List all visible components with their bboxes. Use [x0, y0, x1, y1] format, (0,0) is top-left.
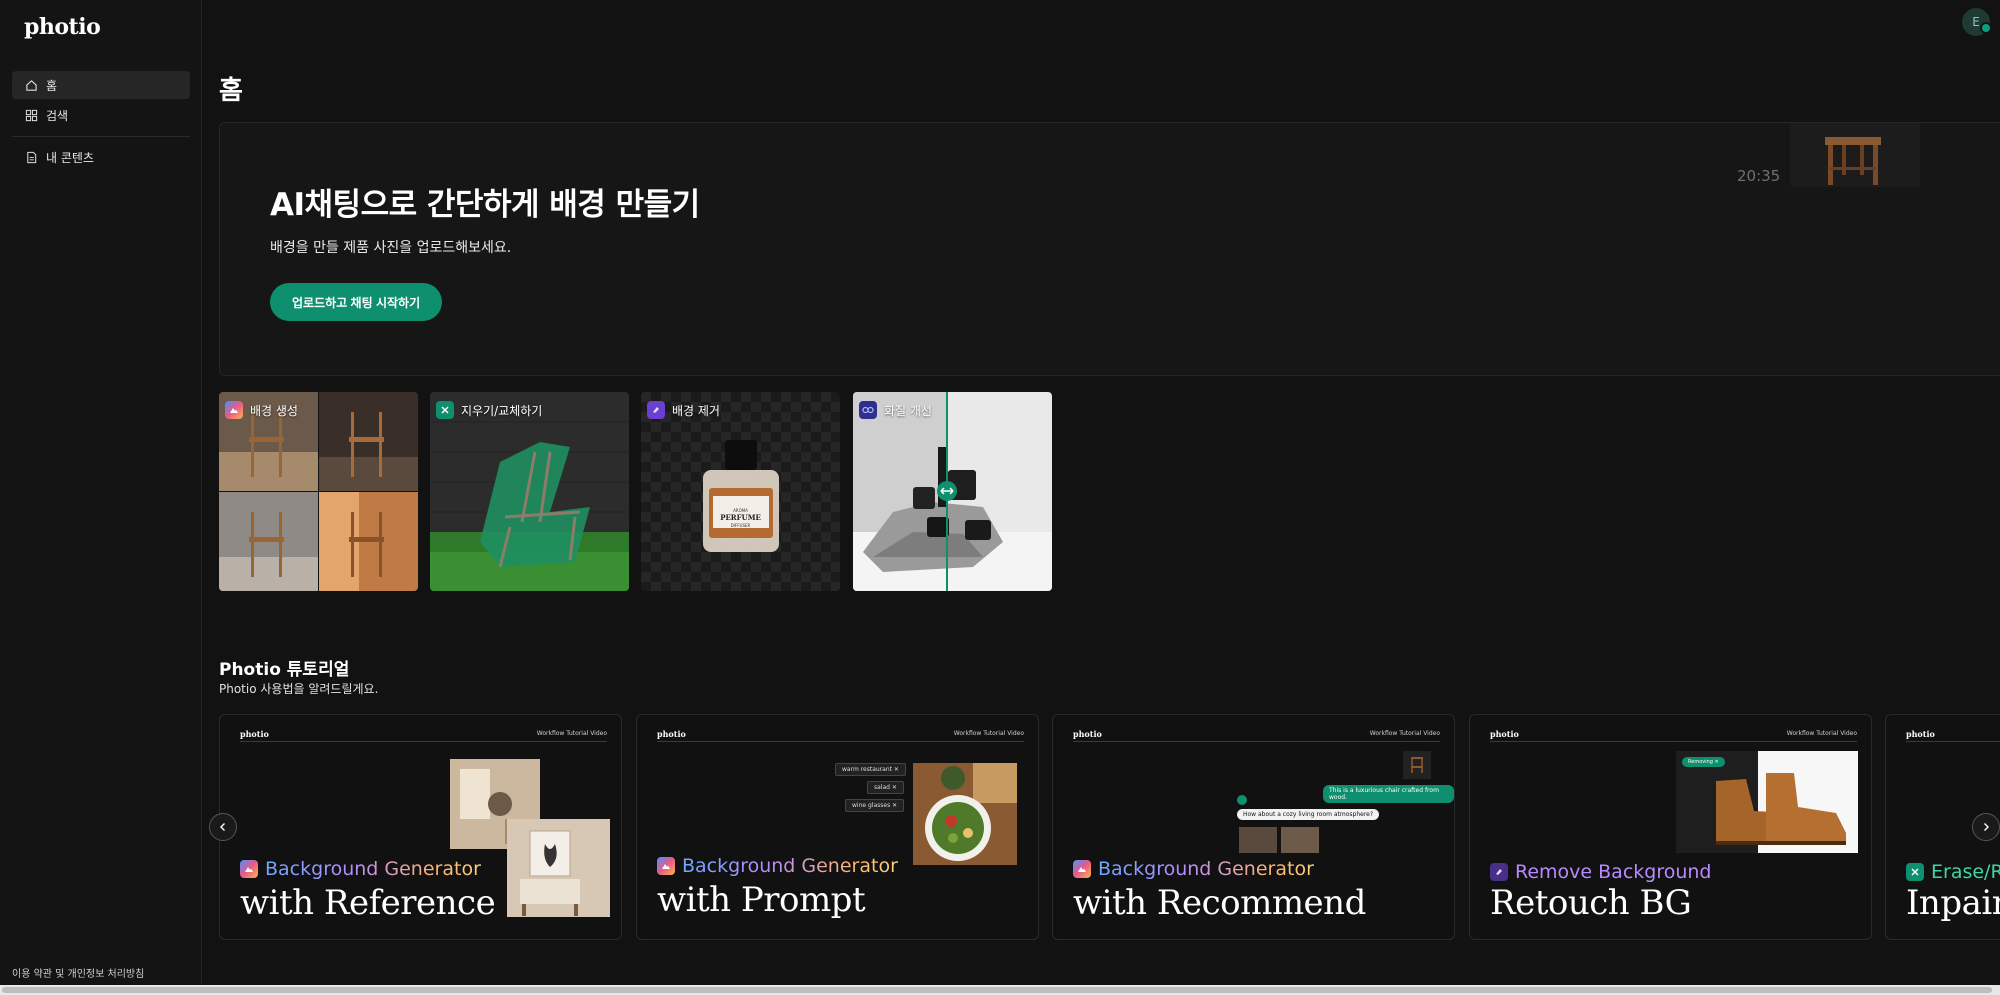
remove-background-icon — [647, 401, 665, 419]
carousel-next-button[interactable] — [1972, 813, 2000, 841]
perfume-image — [641, 392, 840, 591]
tutorial-card-recommend[interactable]: photio Workflow Tutorial Video This is a… — [1052, 714, 1455, 940]
card-logo: photio — [657, 729, 686, 739]
tutorial-card-remove-background[interactable]: photio Workflow Tutorial Video Removing … — [1469, 714, 1872, 940]
grid-icon — [24, 108, 38, 122]
prompt-chip: warm restaurant ✕ — [835, 763, 906, 776]
upload-start-chat-button[interactable]: 업로드하고 채팅 시작하기 — [270, 283, 443, 321]
avatar-status-badge — [1980, 22, 1992, 34]
card-logo: photio — [1073, 729, 1102, 739]
feature-label: 지우기/교체하기 — [436, 401, 542, 419]
prompt-chip: salad ✕ — [867, 781, 904, 794]
chevron-right-icon — [1984, 823, 1989, 831]
cosmetics-image — [853, 392, 1052, 591]
card-category: Background Generator — [1073, 858, 1314, 880]
hero-title: AI채팅으로 간단하게 배경 만들기 — [270, 187, 700, 223]
terms-link[interactable]: 이용 약관 및 개인정보 처리방침 — [12, 965, 144, 980]
erase-icon — [436, 401, 454, 419]
card-tag: Workflow Tutorial Video — [1369, 730, 1440, 737]
card-divider — [657, 741, 1024, 742]
card-category: Remove Background — [1490, 861, 1712, 883]
sidebar-item-label: 검색 — [46, 108, 69, 123]
tutorials-subtitle: Photio 사용법을 알려드릴게요. — [219, 682, 379, 696]
sidebar-item-label: 내 콘텐츠 — [46, 150, 94, 165]
feature-label: 배경 생성 — [225, 401, 298, 419]
feature-card-erase-replace[interactable]: 지우기/교체하기 — [430, 392, 629, 591]
background-generator-icon — [657, 857, 675, 875]
feature-card-remove-background[interactable]: AROMA PERFUME DIFFUSER 배경 제거 — [641, 392, 840, 591]
card-divider — [240, 741, 607, 742]
card-logo: photio — [240, 729, 269, 739]
card-tag: Workflow Tutorial Video — [536, 730, 607, 737]
feature-label: 화질 개선 — [859, 401, 932, 419]
tutorials-title: Photio 튜토리얼 — [219, 660, 350, 680]
background-generator-icon — [1073, 860, 1091, 878]
perfume-type-label: DIFFUSER — [730, 523, 751, 528]
chair-thumbnail — [1790, 123, 1920, 187]
sidebar: photio 홈 검색 내 콘텐츠 이용 약관 및 개인정보 처리방침 — [0, 0, 202, 985]
scrollbar-thumb[interactable] — [2, 987, 1992, 993]
recommend-thumbnails — [1239, 827, 1319, 853]
card-category: Background Generator — [240, 858, 481, 880]
home-icon — [24, 78, 38, 92]
card-divider — [1490, 741, 1857, 742]
background-generator-icon — [240, 860, 258, 878]
background-generator-icon — [225, 401, 243, 419]
erase-icon — [1906, 863, 1924, 881]
card-headline: with Recommend — [1073, 883, 1366, 923]
chat-question-bubble: How about a cozy living room atmosphere? — [1237, 809, 1380, 820]
card-tag: Workflow Tutorial Video — [953, 730, 1024, 737]
chat-timestamp: 20:35 — [1737, 167, 1781, 185]
card-divider — [1906, 741, 2000, 742]
hero-subtitle: 배경을 만들 제품 사진을 업로드해보세요. — [270, 240, 512, 256]
carousel-prev-button[interactable] — [209, 813, 237, 841]
feature-card-background-generate[interactable]: 배경 생성 — [219, 392, 418, 591]
card-category: Background Generator — [657, 855, 898, 877]
app-logo[interactable]: photio — [24, 14, 101, 40]
sidebar-item-home[interactable]: 홈 — [12, 71, 190, 99]
salad-image — [913, 763, 1017, 865]
feature-label: 배경 제거 — [647, 401, 720, 419]
tutorial-card-reference[interactable]: photio Workflow Tutorial Video Backgroun… — [219, 714, 622, 940]
card-tag: Workflow Tutorial Video — [1786, 730, 1857, 737]
tutorial-card-prompt[interactable]: photio Workflow Tutorial Video warm rest… — [636, 714, 1039, 940]
sidebar-item-search[interactable]: 검색 — [12, 101, 190, 129]
sidebar-divider — [12, 136, 190, 137]
card-logo: photio — [1906, 729, 1935, 739]
chat-reply-bubble: This is a luxurious chair crafted from w… — [1323, 785, 1454, 803]
card-headline: Retouch BG — [1490, 883, 1692, 923]
remove-background-icon — [1490, 863, 1508, 881]
document-icon — [24, 150, 38, 164]
chair-chat-thumbnail — [1403, 751, 1431, 779]
assistant-avatar — [1237, 795, 1247, 805]
card-divider — [1073, 741, 1440, 742]
chevron-left-icon — [220, 823, 225, 831]
page-title: 홈 — [219, 76, 243, 106]
removing-chip: Removing ✕ — [1682, 757, 1725, 767]
enhance-quality-icon — [859, 401, 877, 419]
green-chair-image — [430, 392, 629, 591]
perfume-name-label: PERFUME — [720, 513, 761, 522]
card-headline: Inpain — [1906, 883, 2000, 923]
chair-grid-image — [219, 392, 418, 591]
card-headline: with Prompt — [657, 880, 866, 920]
card-category: Erase/Re — [1906, 861, 2000, 883]
card-headline: with Reference — [240, 883, 496, 923]
hero-banner: AI채팅으로 간단하게 배경 만들기 배경을 만들 제품 사진을 업로드해보세요… — [219, 122, 2000, 376]
sidebar-item-my-content[interactable]: 내 콘텐츠 — [12, 143, 190, 171]
prompt-chip: wine glasses ✕ — [845, 799, 905, 812]
sidebar-item-label: 홈 — [46, 78, 58, 93]
card-logo: photio — [1490, 729, 1519, 739]
feature-card-enhance-quality[interactable]: 화질 개선 — [853, 392, 1052, 591]
